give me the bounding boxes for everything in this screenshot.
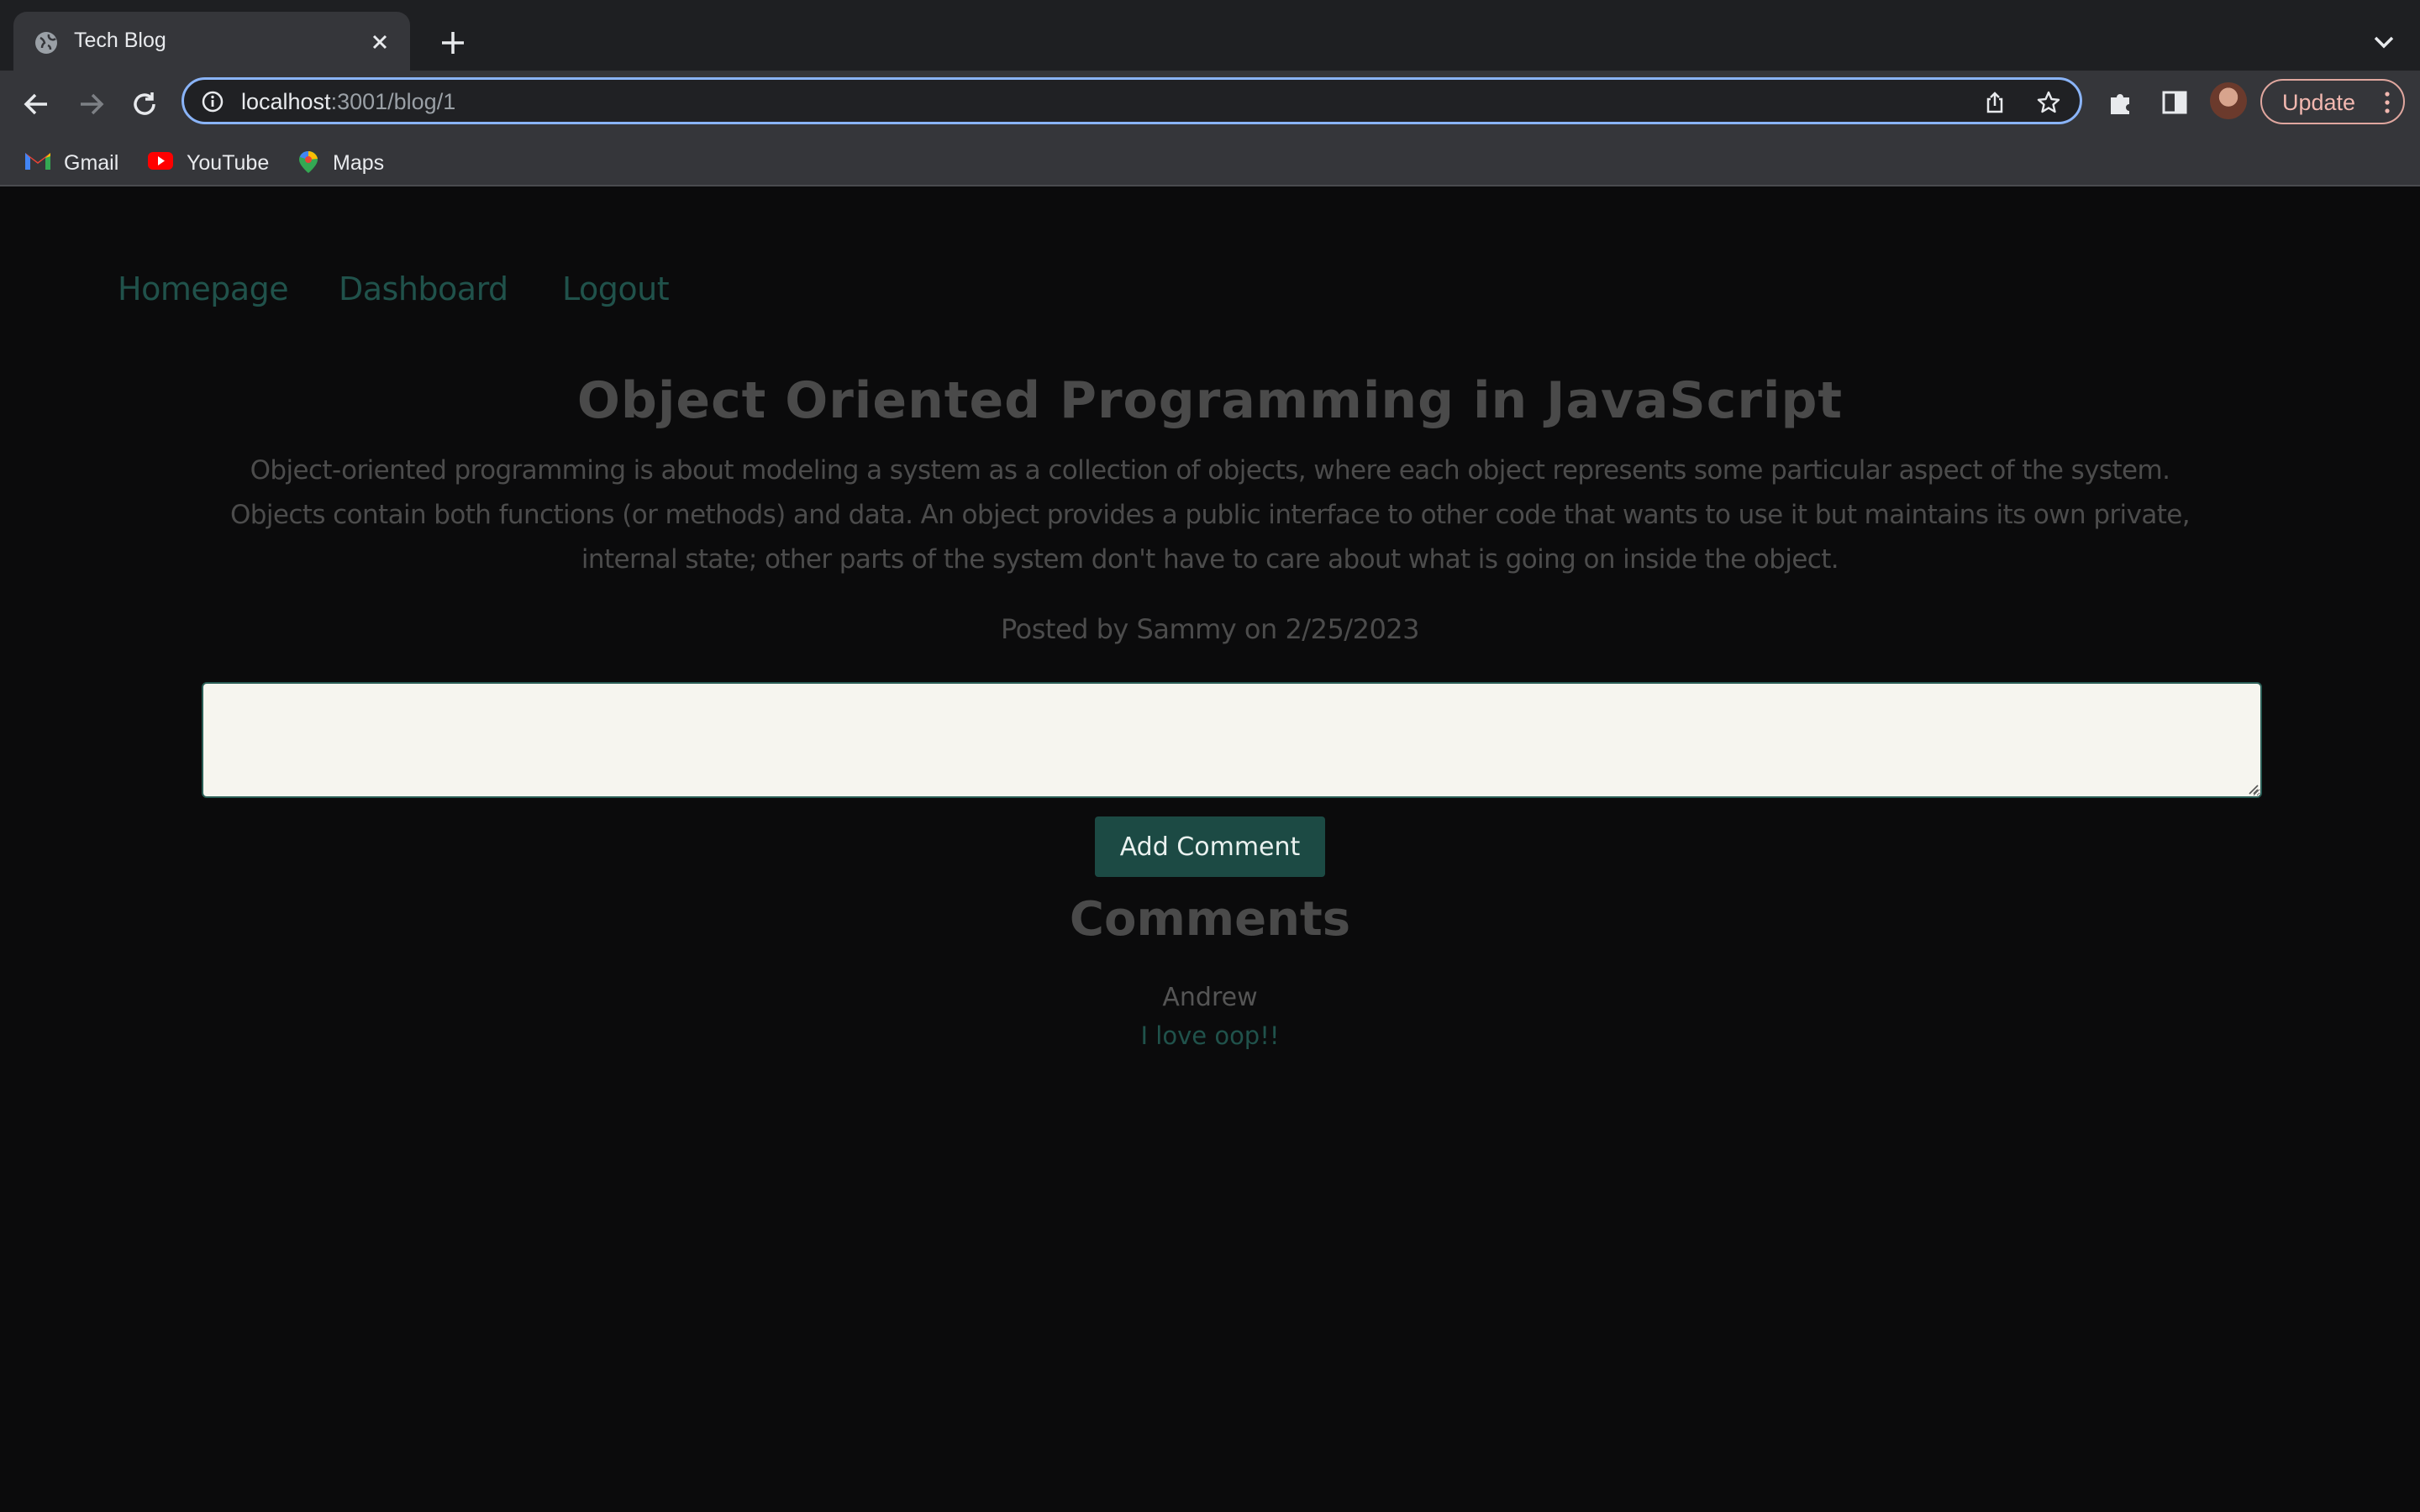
globe-icon xyxy=(35,32,57,54)
tab-title: Tech Blog xyxy=(74,29,166,52)
browser-tab[interactable]: Tech Blog xyxy=(13,12,410,71)
url-text[interactable]: localhost:3001/blog/1 xyxy=(241,89,455,115)
update-button[interactable]: Update xyxy=(2260,79,2405,124)
browser-tab-strip: Tech Blog xyxy=(0,0,2420,71)
resize-handle-icon[interactable] xyxy=(2247,783,2259,795)
extensions-puzzle-icon[interactable] xyxy=(2104,86,2138,119)
url-path: :3001/blog/1 xyxy=(330,89,456,114)
back-arrow-icon[interactable] xyxy=(18,86,55,123)
bookmark-label-gmail: Gmail xyxy=(64,151,119,175)
comments-heading: Comments xyxy=(1069,892,1351,947)
post-body: Object-oriented programming is about mod… xyxy=(230,455,2191,575)
post-title: Object Oriented Programming in JavaScrip… xyxy=(576,371,1844,430)
blog-page: Homepage Dashboard Logout Object Oriente… xyxy=(0,186,2420,1512)
new-tab-icon[interactable] xyxy=(439,29,467,57)
update-label: Update xyxy=(2282,90,2356,115)
post-meta: Posted by Sammy on 2/25/2023 xyxy=(1000,613,1420,645)
bookmark-star-icon[interactable] xyxy=(2036,90,2061,115)
more-menu-icon[interactable] xyxy=(2383,91,2391,114)
nav-link-dashboard[interactable]: Dashboard xyxy=(339,270,508,307)
address-bar[interactable]: localhost:3001/blog/1 xyxy=(182,77,2082,124)
browser-toolbar: localhost:3001/blog/1 Update xyxy=(0,71,2420,138)
bookmark-youtube[interactable]: YouTube xyxy=(146,146,272,176)
bookmarks-bar: Gmail YouTube Maps xyxy=(0,138,2420,186)
bookmark-maps[interactable]: Maps xyxy=(296,146,397,176)
share-icon[interactable] xyxy=(1982,90,2007,115)
close-tab-icon[interactable] xyxy=(368,30,392,54)
nav-link-logout[interactable]: Logout xyxy=(562,270,670,307)
profile-avatar[interactable] xyxy=(2210,82,2247,119)
bookmark-gmail[interactable]: Gmail xyxy=(24,146,124,176)
side-panel-icon[interactable] xyxy=(2158,86,2191,119)
maps-icon xyxy=(299,151,318,173)
bookmark-label-maps: Maps xyxy=(333,151,385,175)
tab-search-chevron-icon[interactable] xyxy=(2371,32,2396,52)
add-comment-button[interactable]: Add Comment xyxy=(1095,816,1325,877)
nav-link-homepage[interactable]: Homepage xyxy=(118,270,289,307)
forward-arrow-icon[interactable] xyxy=(72,86,109,123)
site-info-icon[interactable] xyxy=(201,90,224,113)
reload-icon[interactable] xyxy=(126,86,163,123)
comment-text: I love oop!! xyxy=(1140,1021,1280,1050)
comment-author: Andrew xyxy=(1162,983,1258,1012)
bookmark-label-youtube: YouTube xyxy=(187,151,270,175)
comment-textarea[interactable] xyxy=(202,682,2262,798)
youtube-icon xyxy=(148,152,173,170)
gmail-icon xyxy=(25,153,50,170)
url-host: localhost xyxy=(241,89,331,114)
